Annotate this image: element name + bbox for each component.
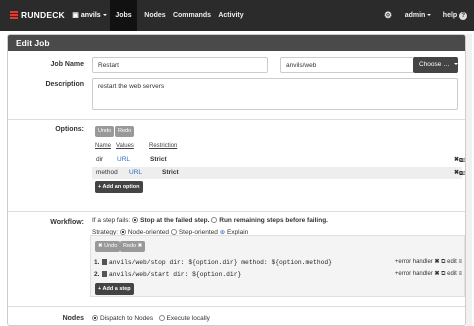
project-name: anvils [80,12,101,19]
option-name: method [96,169,118,176]
add-step-button[interactable]: + Add a step [95,283,134,295]
step-number: 2. [94,271,100,278]
fail-behavior: If a step fails: Stop at the failed step… [92,217,328,224]
workflow-step[interactable]: 1. anvils/web/stop dir: ${option.dir} me… [90,257,465,268]
workflow-redo-button[interactable]: Redo ✖ [120,241,146,252]
job-name-label: Job Name [50,61,84,68]
nav-nodes[interactable]: Nodes [140,0,170,31]
redo-label: Redo [123,243,137,249]
edit-link[interactable]: edit [447,259,457,265]
nav-activity[interactable]: Activity [217,0,245,31]
option-restriction: Strict [162,169,179,176]
delete-icon[interactable]: ✖ [434,259,439,265]
options-label: Options: [55,126,84,133]
option-values[interactable]: URL [129,169,142,176]
fail-opt-stop: Stop at the failed step. [140,217,210,224]
nodes-label: Nodes [62,315,84,322]
option-name: dir [96,156,104,163]
chevron-down-icon [427,14,432,16]
option-values[interactable]: URL [117,156,130,163]
gear-icon[interactable]: ⚙ [381,0,395,31]
step-code: anvils/web/start dir: ${option.dir} [102,270,241,279]
edit-link[interactable]: edit [459,171,465,177]
user-menu[interactable]: admin [404,0,432,31]
step-actions: +error handler ✖ ⧉ edit ≡ [395,270,462,278]
workflow-undo-button[interactable]: ✖ Undo [95,241,121,252]
choose-group-button[interactable]: Choose … [413,57,458,73]
divider [8,306,465,307]
nodes-opt-dispatch: Dispatch to Nodes [100,315,154,322]
options-redo-button[interactable]: Redo [115,126,135,137]
chevron-down-icon [102,14,107,16]
panel-title: Edit Job [8,35,465,51]
divider [8,119,465,120]
edit-job-panel: Edit Job Job Name Restart anvils/web Cho… [7,34,466,326]
copy-icon[interactable]: ⧉ [441,259,445,265]
error-handler-link[interactable]: +error handler [395,259,433,265]
add-option-button[interactable]: + Add an option [95,181,143,193]
drag-handle-icon[interactable]: ≡ [458,271,462,277]
col-header-restriction: Restriction [149,143,178,149]
undo-label: Undo [104,243,118,249]
top-navbar: RUNDECK ▣ anvils Jobs Nodes Commands Act… [0,0,474,31]
option-row[interactable]: method URL Strict ✖ ⧉ edit [92,167,465,179]
option-row-actions: ✖ ⧉ edit [454,169,465,177]
col-header-values: Values [116,143,134,149]
radio-execute-locally[interactable] [158,315,165,321]
question-icon: ? [459,12,468,20]
help-label: help [442,12,458,19]
nav-jobs[interactable]: Jobs [110,0,137,31]
step-actions: +error handler ✖ ⧉ edit ≡ [395,258,462,266]
step-number: 1. [94,259,100,266]
copy-icon[interactable]: ⧉ [441,271,445,277]
rundeck-logo-icon [10,11,18,19]
file-icon [102,259,107,265]
file-icon [102,271,107,277]
workflow-label: Workflow: [50,219,84,226]
chevron-down-icon [453,63,458,65]
step-code: anvils/web/stop dir: ${option.dir} metho… [102,258,332,267]
radio-dispatch-nodes[interactable] [92,315,98,321]
user-name: admin [404,12,426,19]
divider [8,211,465,212]
brand-logo[interactable]: RUNDECK [10,10,65,20]
fail-text: If a step fails: [92,217,131,224]
help-menu[interactable]: help? [440,0,470,31]
col-header-name: Name [95,143,112,149]
options-undo-button[interactable]: Undo [95,126,115,137]
drag-handle-icon[interactable]: ≡ [458,259,462,265]
folder-icon: ▣ [72,12,79,19]
error-handler-link[interactable]: +error handler [395,271,433,277]
job-name-input[interactable]: Restart [92,57,268,73]
project-selector[interactable]: ▣ anvils [72,0,107,31]
step-text: anvils/web/stop dir: ${option.dir} metho… [109,259,332,266]
radio-run-remaining[interactable] [211,217,218,223]
job-group-input[interactable]: anvils/web [280,57,413,73]
description-textarea[interactable]: restart the web servers [92,78,458,110]
option-row-actions: ✖ ⧉ edit [454,156,465,164]
delete-icon[interactable]: ✖ [434,271,439,277]
nav-commands[interactable]: Commands [172,0,212,31]
workflow-step[interactable]: 2. anvils/web/start dir: ${option.dir} +… [90,269,465,280]
choose-label: Choose … [419,61,450,68]
step-text: anvils/web/start dir: ${option.dir} [109,271,242,278]
description-label: Description [45,81,84,88]
nodes-opt-local: Execute locally [166,315,210,322]
radio-stop-failed[interactable] [132,217,139,223]
scrollbar[interactable] [466,34,472,326]
option-row[interactable]: dir URL Strict ✖ ⧉ edit [92,154,465,166]
option-restriction: Strict [150,156,167,163]
nodes-dispatch: Dispatch to Nodes Execute locally [92,315,210,322]
fail-opt-run: Run remaining steps before failing. [219,217,328,224]
edit-link[interactable]: edit [447,271,457,277]
edit-link[interactable]: edit [459,158,465,164]
